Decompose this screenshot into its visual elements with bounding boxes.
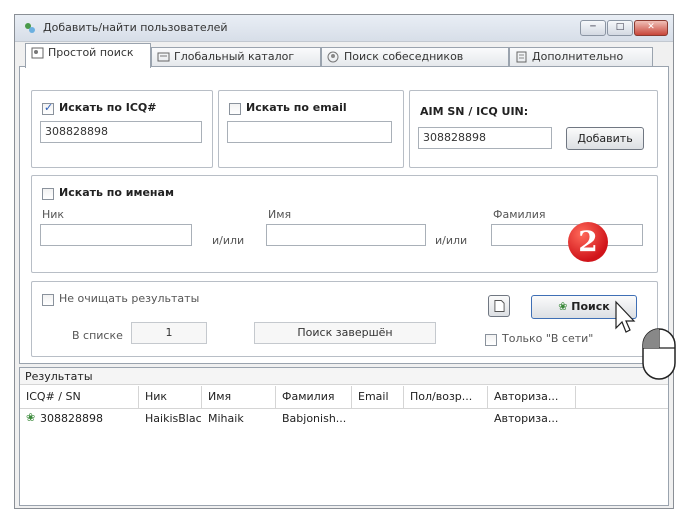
column-header[interactable]: Авториза... bbox=[488, 386, 576, 408]
add-find-users-window: Добавить/найти пользователей ─ □ ✕ Прост… bbox=[14, 14, 674, 509]
tab-find-companions[interactable]: Поиск собеседников bbox=[321, 47, 509, 67]
results-title: Результаты bbox=[20, 368, 668, 385]
people-icon bbox=[327, 51, 339, 63]
cell-first-name: Mihaik bbox=[208, 412, 244, 425]
minimize-button[interactable]: ─ bbox=[580, 20, 606, 36]
column-header[interactable]: Пол/возр... bbox=[404, 386, 488, 408]
tab-advanced[interactable]: Дополнительно bbox=[509, 47, 653, 67]
cell-authorization: Авториза... bbox=[494, 412, 559, 425]
icq-search-group: Искать по ICQ# 308828898 bbox=[31, 90, 213, 168]
in-list-label: В списке bbox=[72, 329, 123, 342]
and-or-label: и/или bbox=[435, 234, 468, 247]
name-search-label: Искать по именам bbox=[59, 186, 174, 199]
online-only-label: Только "В сети" bbox=[502, 332, 594, 345]
search-button-label: Поиск bbox=[571, 300, 610, 313]
app-icon bbox=[25, 23, 35, 33]
options-group: Не очищать результаты В списке 1 Поиск з… bbox=[31, 281, 658, 357]
blank-page-icon bbox=[493, 300, 505, 312]
add-button[interactable]: Добавить bbox=[566, 127, 644, 150]
aim-uin-label: AIM SN / ICQ UIN: bbox=[420, 105, 529, 118]
and-or-label: и/или bbox=[212, 234, 245, 247]
last-name-label: Фамилия bbox=[493, 208, 546, 221]
maximize-button[interactable]: □ bbox=[607, 20, 633, 36]
close-button[interactable]: ✕ bbox=[634, 20, 668, 36]
table-row[interactable]: ❀ 308828898 HaikisBlack Mihaik Babjonish… bbox=[20, 409, 668, 429]
email-search-label: Искать по email bbox=[246, 101, 347, 114]
window-title: Добавить/найти пользователей bbox=[43, 21, 228, 34]
name-search-group: Искать по именам Ник и/или Имя и/или Фам… bbox=[31, 175, 658, 273]
column-header[interactable]: ICQ# / SN bbox=[20, 386, 139, 408]
tab-label: Простой поиск bbox=[48, 46, 134, 59]
tab-global-catalog[interactable]: Глобальный каталог bbox=[151, 47, 321, 67]
first-name-label: Имя bbox=[268, 208, 292, 221]
tab-label: Глобальный каталог bbox=[174, 50, 295, 63]
dont-clear-results-label: Не очищать результаты bbox=[59, 292, 200, 305]
icq-search-label: Искать по ICQ# bbox=[59, 101, 157, 114]
nick-input[interactable] bbox=[40, 224, 192, 246]
results-header: ICQ# / SN Ник Имя Фамилия Email Пол/возр… bbox=[20, 386, 668, 409]
cell-last-name: Babjonish... bbox=[282, 412, 347, 425]
in-list-count: 1 bbox=[131, 322, 207, 344]
title-bar: Добавить/найти пользователей ─ □ ✕ bbox=[15, 15, 673, 42]
search-status: Поиск завершён bbox=[254, 322, 436, 344]
tab-label: Поиск собеседников bbox=[344, 50, 464, 63]
results-panel: Результаты ICQ# / SN Ник Имя Фамилия Ema… bbox=[19, 367, 669, 506]
cell-uin: 308828898 bbox=[40, 412, 103, 425]
last-name-input[interactable] bbox=[491, 224, 643, 246]
step-number-badge: 2 bbox=[568, 222, 608, 262]
simple-search-panel: Искать по ICQ# 308828898 Искать по email… bbox=[19, 66, 669, 364]
catalog-icon bbox=[157, 52, 170, 62]
icq-search-checkbox[interactable] bbox=[42, 101, 54, 115]
document-icon bbox=[516, 51, 527, 63]
first-name-input[interactable] bbox=[266, 224, 426, 246]
aim-uin-group: AIM SN / ICQ UIN: 308828898 Добавить bbox=[409, 90, 658, 168]
mouse-icon bbox=[642, 328, 676, 380]
column-header[interactable]: Ник bbox=[139, 386, 202, 408]
icq-number-input[interactable]: 308828898 bbox=[40, 121, 202, 143]
tab-simple-search[interactable]: Простой поиск bbox=[25, 43, 151, 68]
email-input[interactable] bbox=[227, 121, 392, 143]
column-header[interactable]: Имя bbox=[202, 386, 276, 408]
name-search-checkbox[interactable] bbox=[42, 188, 54, 200]
online-only-checkbox[interactable] bbox=[485, 334, 497, 346]
cell-gender-age bbox=[404, 409, 488, 429]
dont-clear-results-checkbox[interactable] bbox=[42, 294, 54, 306]
column-header[interactable]: Фамилия bbox=[276, 386, 352, 408]
cell-nick: HaikisBlack bbox=[145, 412, 202, 425]
nick-label: Ник bbox=[42, 208, 65, 221]
tab-strip: Простой поиск Глобальный каталог Поиск с… bbox=[15, 43, 673, 68]
new-search-button[interactable] bbox=[488, 295, 510, 317]
cell-email bbox=[352, 409, 404, 429]
search-person-icon bbox=[31, 47, 44, 59]
icq-flower-icon: ❀ bbox=[558, 300, 568, 313]
email-search-checkbox[interactable] bbox=[229, 103, 241, 115]
aim-uin-input[interactable]: 308828898 bbox=[418, 127, 552, 149]
tab-label: Дополнительно bbox=[532, 50, 624, 63]
mouse-cursor-icon bbox=[615, 300, 636, 333]
email-search-group: Искать по email bbox=[218, 90, 404, 168]
column-header[interactable]: Email bbox=[352, 386, 404, 408]
